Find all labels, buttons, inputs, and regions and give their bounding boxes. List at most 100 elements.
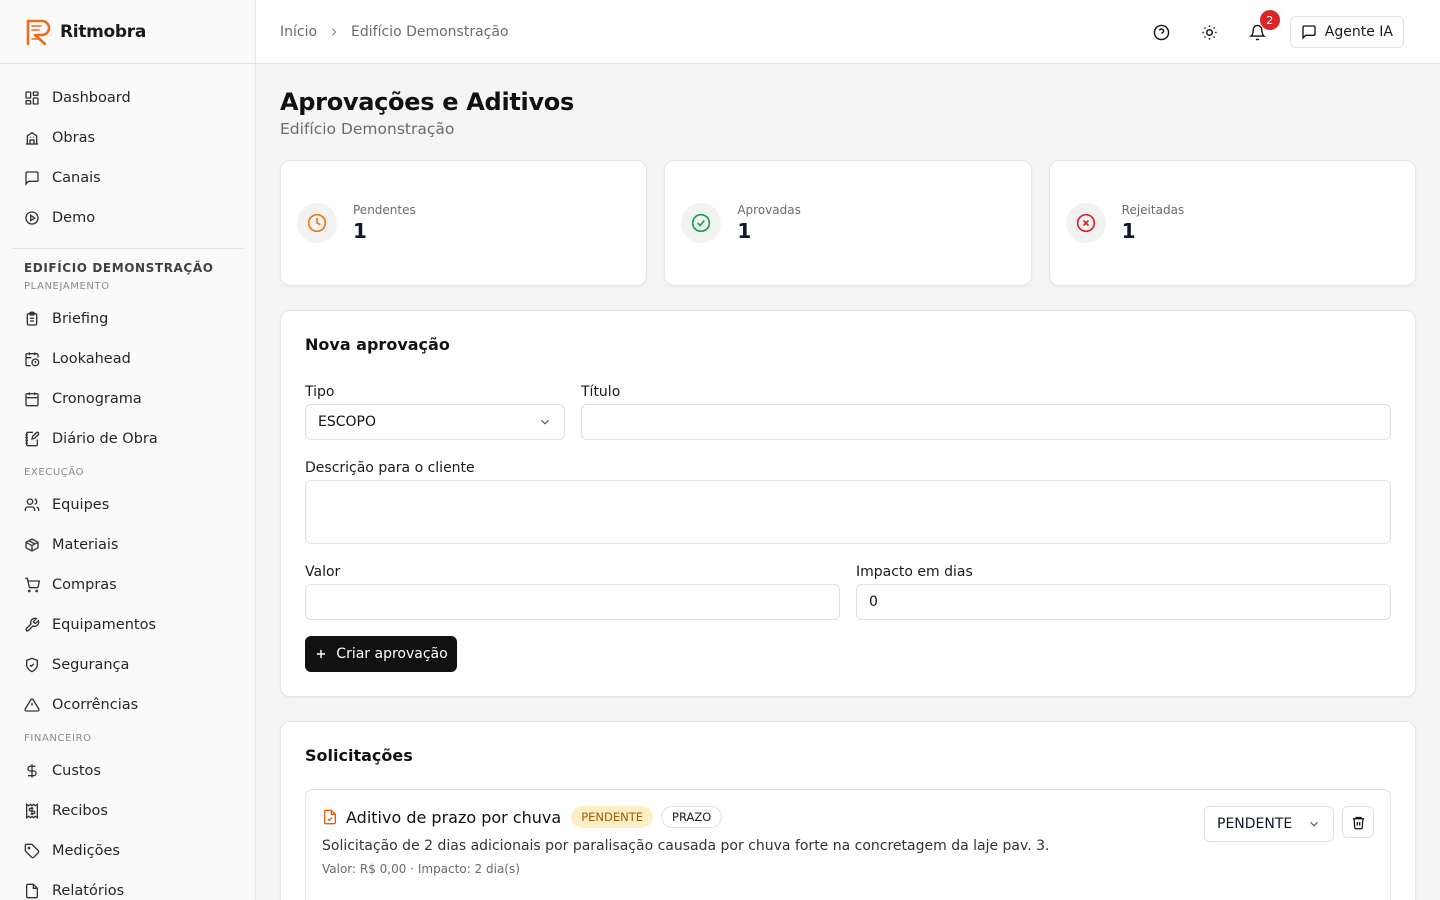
request-meta: Valor: R$ 0,00 · Impacto: 2 dia(s) xyxy=(322,862,520,876)
check-circle-icon xyxy=(692,213,711,233)
notebook-pen-icon xyxy=(25,431,40,447)
descricao-label: Descrição para o cliente xyxy=(305,460,475,476)
sidebar-item-seguranca[interactable]: Segurança xyxy=(12,645,243,685)
descricao-textarea[interactable] xyxy=(305,480,1391,544)
sidebar-item-label: Equipamentos xyxy=(52,617,157,633)
agent-ia-button[interactable]: Agente IA xyxy=(1289,16,1404,48)
requests-card: Solicitações Aditivo de prazo por chuva … xyxy=(280,721,1416,900)
sidebar-item-dashboard[interactable]: Dashboard xyxy=(12,78,243,118)
chat-icon xyxy=(25,171,39,186)
titulo-label: Título xyxy=(581,384,621,400)
sidebar-item-cronograma[interactable]: Cronograma xyxy=(12,379,243,419)
stat-card-rejected: Rejeitadas 1 xyxy=(1048,160,1416,286)
sidebar-section-title: EXECUÇÃO xyxy=(24,467,85,478)
breadcrumb-home[interactable]: Início xyxy=(280,24,317,40)
valor-input[interactable] xyxy=(305,584,840,620)
sidebar-item-label: Relatórios xyxy=(52,883,125,899)
create-approval-button[interactable]: Criar aprovação xyxy=(305,636,457,672)
sidebar-item-materiais[interactable]: Materiais xyxy=(12,525,243,565)
delete-request-button[interactable] xyxy=(1342,806,1374,838)
logo[interactable]: Ritmobra xyxy=(0,0,255,64)
sidebar-item-obras[interactable]: Obras xyxy=(12,118,243,158)
sidebar-item-label: Briefing xyxy=(52,311,109,327)
notifications-button[interactable]: 2 xyxy=(1242,10,1280,48)
request-actions: PENDENTE xyxy=(1204,806,1374,842)
stat-card-approved: Aprovadas 1 xyxy=(664,160,1032,286)
sidebar-item-label: Demo xyxy=(52,210,96,226)
card-title: Solicitações xyxy=(305,746,413,765)
breadcrumb: Início Edifício Demonstração xyxy=(280,24,509,40)
help-circle-icon xyxy=(1153,24,1170,40)
sidebar-section-title: FINANCEIRO xyxy=(24,733,92,744)
sidebar-item-label: Diário de Obra xyxy=(52,431,158,447)
sidebar-item-label: Segurança xyxy=(52,657,130,673)
impacto-input[interactable] xyxy=(856,584,1391,620)
stat-value: 1 xyxy=(1121,219,1136,243)
request-item: Aditivo de prazo por chuva PENDENTE PRAZ… xyxy=(305,789,1391,900)
tipo-field: Tipo ESCOPO xyxy=(305,384,565,440)
sidebar-item-briefing[interactable]: Briefing xyxy=(12,299,243,339)
sidebar-item-diario-de-obra[interactable]: Diário de Obra xyxy=(12,419,243,459)
calendar-clock-icon xyxy=(25,352,40,367)
stat-icon-wrap xyxy=(1065,203,1106,243)
plus-icon xyxy=(317,649,326,659)
page-subtitle: Edifício Demonstração xyxy=(280,120,455,138)
sidebar-item-demo[interactable]: Demo xyxy=(12,198,243,238)
theme-toggle-button[interactable] xyxy=(1194,16,1226,48)
users-icon xyxy=(24,498,40,511)
tipo-select-value: ESCOPO xyxy=(318,414,376,430)
sidebar-item-label: Dashboard xyxy=(52,90,131,106)
sidebar: Ritmobra Dashboard Obras Canais Demo EDI… xyxy=(0,0,256,900)
receipt-icon xyxy=(26,803,38,819)
sidebar-item-label: Medições xyxy=(52,843,120,859)
help-button[interactable] xyxy=(1146,16,1178,48)
stat-label: Aprovadas xyxy=(737,203,801,217)
sidebar-item-label: Custos xyxy=(52,763,101,779)
stat-value: 1 xyxy=(353,219,367,243)
form-row: Descrição para o cliente xyxy=(305,460,1391,544)
status-badge: PENDENTE xyxy=(571,806,654,828)
breadcrumb-current[interactable]: Edifício Demonstração xyxy=(351,24,508,40)
sidebar-item-label: Lookahead xyxy=(52,351,131,367)
file-icon xyxy=(26,883,38,899)
ritmobra-logo-icon xyxy=(26,19,51,45)
sidebar-item-label: Materiais xyxy=(52,537,119,553)
sidebar-item-relatorios[interactable]: Relatórios xyxy=(12,871,243,900)
wrench-icon xyxy=(25,617,40,632)
form-row: Tipo ESCOPO Título xyxy=(305,384,1391,440)
sidebar-item-equipamentos[interactable]: Equipamentos xyxy=(12,605,243,645)
tipo-select[interactable]: ESCOPO xyxy=(305,404,565,440)
sidebar-item-label: Ocorrências xyxy=(52,697,139,713)
create-approval-label: Criar aprovação xyxy=(336,646,448,662)
chevron-down-icon xyxy=(541,419,549,425)
request-status-select[interactable]: PENDENTE xyxy=(1204,806,1334,842)
card-title: Nova aprovação xyxy=(305,335,450,354)
sidebar-item-custos[interactable]: Custos xyxy=(12,751,243,791)
stat-label: Rejeitadas xyxy=(1121,203,1185,217)
valor-field: Valor xyxy=(305,564,840,620)
message-square-icon xyxy=(1302,25,1316,40)
sidebar-item-equipes[interactable]: Equipes xyxy=(12,485,243,525)
stat-value: 1 xyxy=(737,219,752,243)
sidebar-item-ocorrencias[interactable]: Ocorrências xyxy=(12,685,243,725)
sidebar-item-label: Recibos xyxy=(52,803,108,819)
titulo-input[interactable] xyxy=(581,404,1391,440)
tipo-label: Tipo xyxy=(305,384,335,400)
sidebar-project-name: EDIFÍCIO DEMONSTRAÇÃO xyxy=(24,261,214,275)
sidebar-item-recibos[interactable]: Recibos xyxy=(12,791,243,831)
sidebar-item-canais[interactable]: Canais xyxy=(12,158,243,198)
sidebar-item-label: Cronograma xyxy=(52,391,142,407)
new-approval-card: Nova aprovação Tipo ESCOPO Título Descri… xyxy=(280,310,1416,697)
sidebar-section-title: PLANEJAMENTO xyxy=(24,281,110,292)
dashboard-icon xyxy=(25,91,39,105)
impacto-label: Impacto em dias xyxy=(856,564,973,580)
cart-icon xyxy=(25,577,40,593)
sidebar-item-lookahead[interactable]: Lookahead xyxy=(12,339,243,379)
clock-icon xyxy=(307,213,327,233)
sidebar-item-medicoes[interactable]: Medições xyxy=(12,831,243,871)
shield-icon xyxy=(26,657,38,673)
sidebar-item-compras[interactable]: Compras xyxy=(12,565,243,605)
x-circle-icon xyxy=(1076,213,1095,233)
header-actions: 2 Agente IA xyxy=(1146,10,1404,48)
building-icon xyxy=(26,131,38,145)
